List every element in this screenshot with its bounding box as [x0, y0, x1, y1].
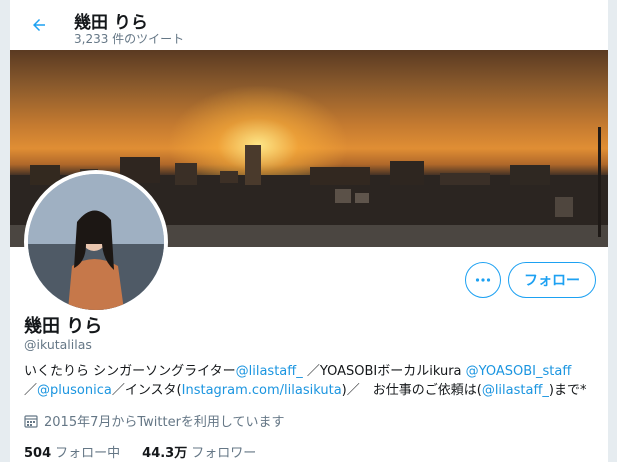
- bio-text: ／: [24, 383, 38, 398]
- follow-stats: 504 フォロー中 44.3万 フォロワー: [24, 442, 278, 461]
- back-arrow-icon: [33, 19, 45, 31]
- join-date: 2015年7月からTwitterを利用しています: [24, 411, 285, 430]
- following-link[interactable]: 504 フォロー中: [24, 442, 120, 461]
- profile-panel: 幾田 りら 3,233 件のツイート フォロー 幾田 りら @ikutalila…: [10, 0, 608, 462]
- tweet-count: 3,233 件のツイート: [74, 32, 185, 46]
- followers-label: フォロワー: [191, 446, 257, 461]
- back-button[interactable]: [24, 10, 54, 40]
- followers-count: 44.3万: [142, 446, 188, 461]
- bio-text: いくたりら シンガーソングライター: [24, 364, 236, 379]
- profile-avatar[interactable]: [24, 170, 168, 314]
- profile-name: 幾田 りら: [24, 316, 103, 337]
- profile-handle: @ikutalilas: [24, 337, 92, 352]
- bio-text: ／インスタ(: [111, 383, 182, 398]
- top-bar: 幾田 りら 3,233 件のツイート: [10, 0, 608, 50]
- bio-link-yoasobi-staff[interactable]: @YOASOBI_staff: [466, 364, 572, 379]
- profile-bio: いくたりら シンガーソングライター@lilastaff_ ／YOASOBIボーカ…: [24, 362, 604, 400]
- followers-link[interactable]: 44.3万 フォロワー: [142, 442, 256, 461]
- bio-link-plusonica[interactable]: @plusonica: [37, 383, 112, 398]
- bio-link-lilastaff-2[interactable]: @lilastaff_: [482, 383, 549, 398]
- bio-text: ／YOASOBIボーカルikura: [302, 364, 466, 379]
- bio-text: )／ お仕事のご依頼は(: [341, 383, 482, 398]
- more-options-button[interactable]: [465, 262, 501, 298]
- following-count: 504: [24, 446, 52, 461]
- bio-link-lilastaff[interactable]: @lilastaff_: [236, 364, 303, 379]
- avatar-photo: [28, 174, 164, 310]
- bio-link-instagram[interactable]: Instagram.com/lilasikuta: [182, 383, 342, 398]
- more-dots-icon: [475, 278, 491, 282]
- join-date-text: 2015年7月からTwitterを利用しています: [44, 415, 285, 430]
- bio-text: )まで*: [548, 383, 587, 398]
- following-label: フォロー中: [55, 446, 121, 461]
- follow-button[interactable]: フォロー: [508, 262, 596, 298]
- calendar-icon: [24, 414, 38, 428]
